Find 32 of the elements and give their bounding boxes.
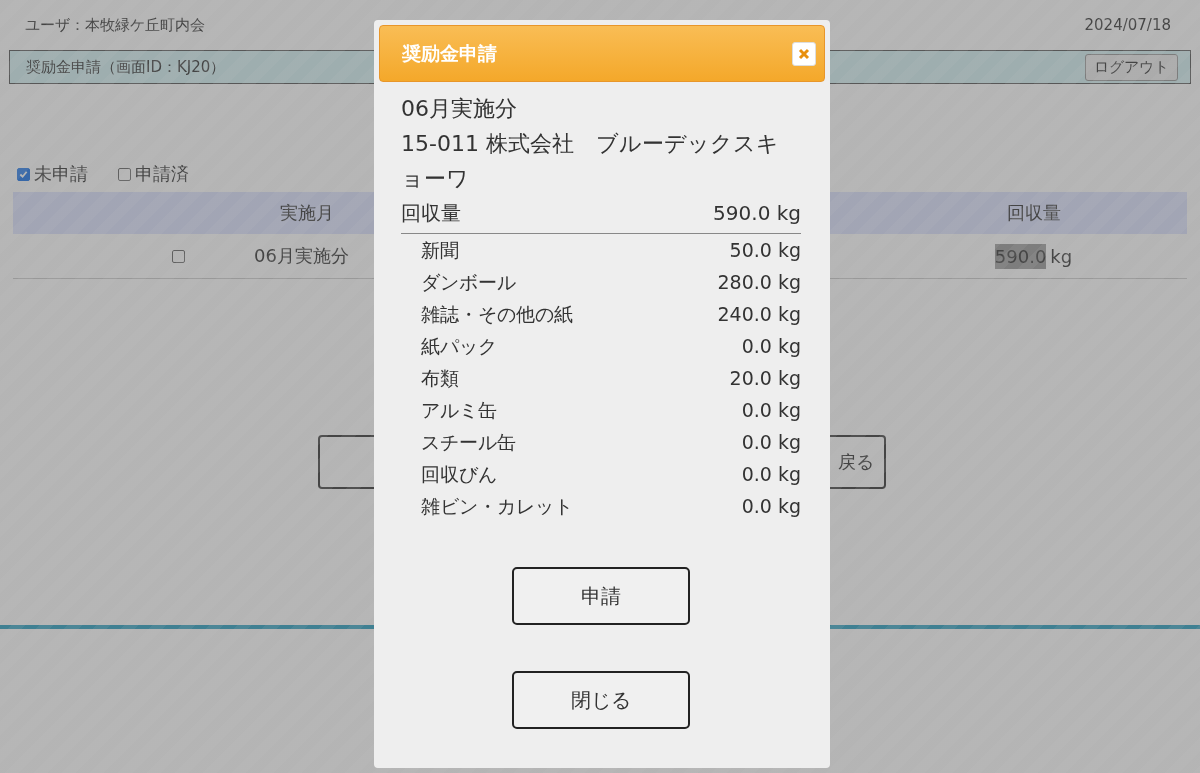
date-text: 2024/07/18	[1084, 16, 1171, 34]
item-value: 0.0 kg	[741, 398, 801, 423]
item-value: 50.0 kg	[729, 238, 801, 263]
item-label: アルミ缶	[421, 398, 497, 423]
item-value: 280.0 kg	[717, 270, 801, 295]
item-label: スチール缶	[421, 430, 516, 455]
item-value: 240.0 kg	[717, 302, 801, 327]
item-value: 0.0 kg	[741, 334, 801, 359]
period-text: 06月実施分	[401, 95, 518, 123]
item-value: 0.0 kg	[741, 494, 801, 519]
item-label: 雑誌・その他の紙	[421, 302, 573, 327]
unit-label: kg	[1050, 245, 1073, 267]
table-cell: 06月実施分	[254, 244, 349, 268]
company-text: 15-011 株式会社 ブルーデックスキョーワ	[401, 130, 780, 193]
item-value: 0.0 kg	[741, 462, 801, 487]
item-label: 新聞	[421, 238, 459, 263]
dialog-title: 奨励金申請	[402, 40, 497, 66]
filter-label: 申請済	[135, 162, 189, 186]
item-value: 0.0 kg	[741, 430, 801, 455]
item-value: 20.0 kg	[729, 366, 801, 391]
item-label: 回収びん	[421, 462, 497, 487]
item-label: 紙パック	[421, 334, 497, 359]
total-value: 590.0 kg	[713, 200, 801, 227]
amount-value: 590.0	[994, 243, 1047, 269]
filter-label: 未申請	[34, 162, 88, 186]
column-header: 回収量	[880, 192, 1187, 234]
item-label: 雑ビン・カレット	[421, 494, 573, 519]
item-label: ダンボール	[421, 270, 516, 295]
user-label: ユーザ：本牧緑ケ丘町内会	[25, 15, 205, 35]
screen-title: 奨励金申請（画面ID：KJ20）	[26, 57, 226, 77]
total-label: 回収量	[401, 200, 461, 227]
item-label: 布類	[421, 366, 459, 391]
